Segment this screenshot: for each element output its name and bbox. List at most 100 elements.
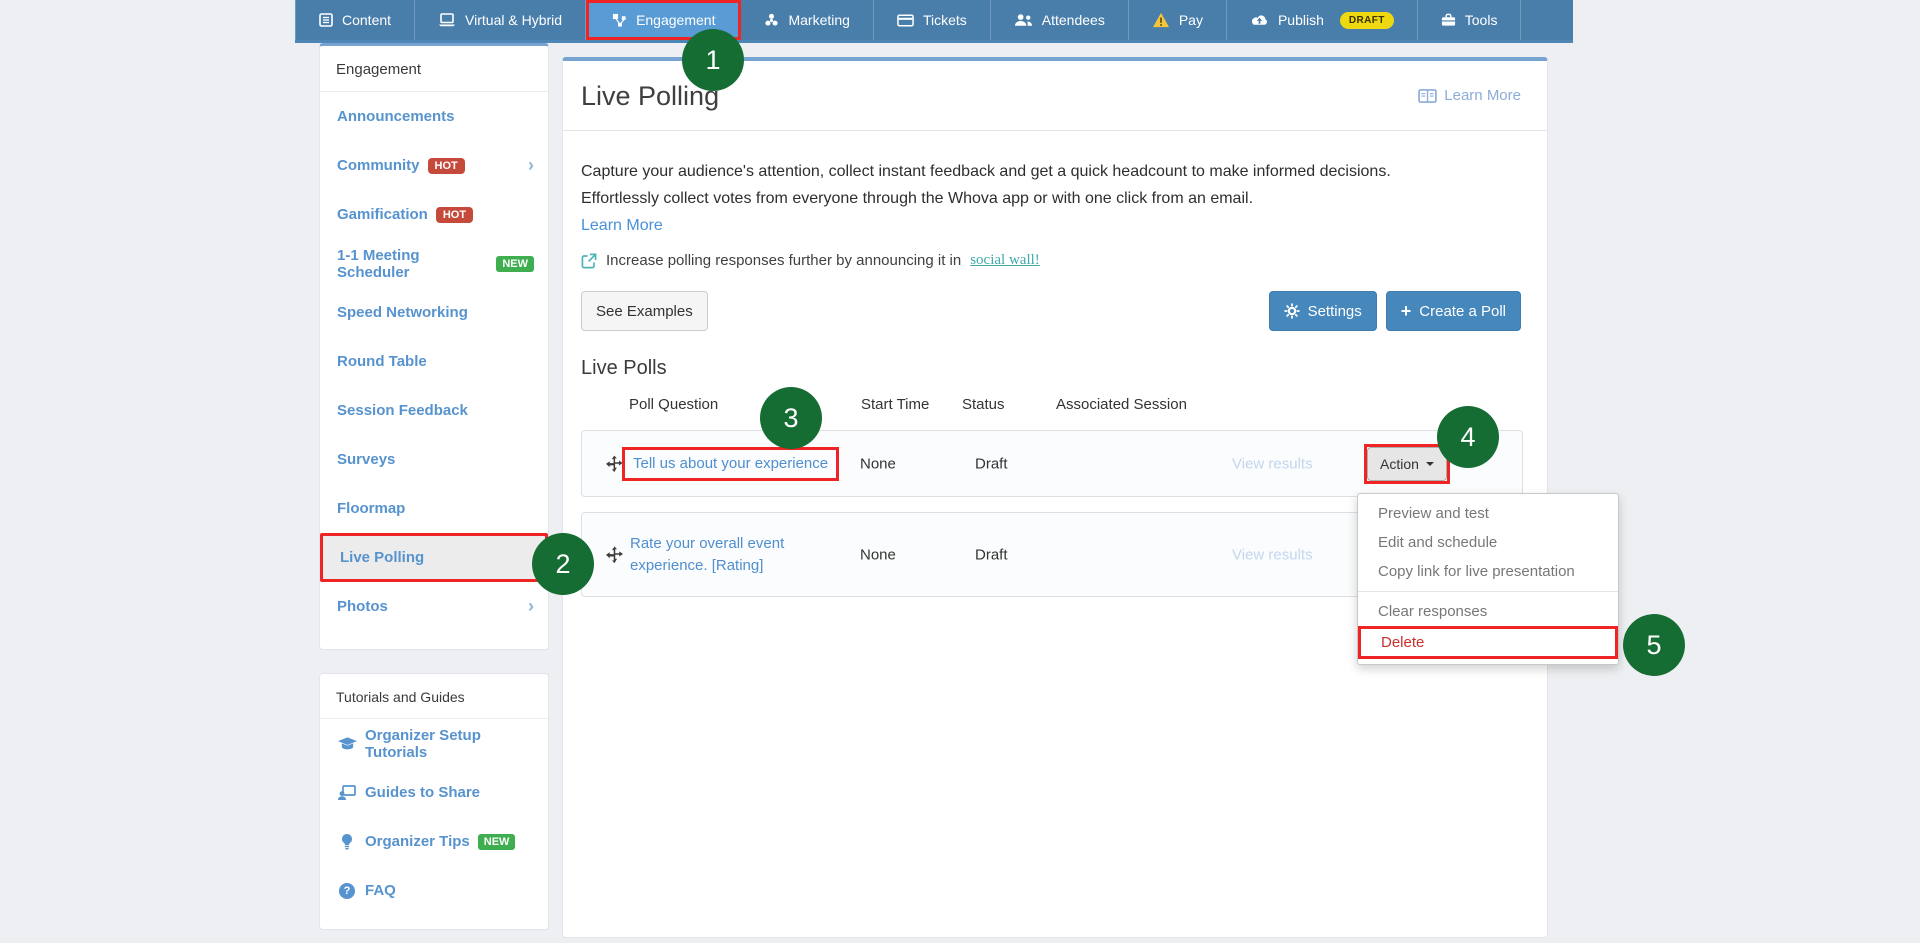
- sidebar-item-meeting-scheduler[interactable]: 1-1 Meeting Scheduler NEW: [320, 239, 548, 288]
- lightbulb-icon: [337, 834, 357, 850]
- question-circle-icon: [337, 883, 357, 899]
- step-marker-3: 3: [760, 387, 822, 449]
- sidebar-item-label: 1-1 Meeting Scheduler: [337, 247, 488, 281]
- sidebar-item-label: Surveys: [337, 451, 395, 468]
- sidebar-item-label: Live Polling: [340, 549, 424, 566]
- nav-tab-publish[interactable]: Publish DRAFT: [1227, 0, 1418, 40]
- tutorials-header: Tutorials and Guides: [320, 674, 548, 719]
- sidebar-item-label: Organizer Setup Tutorials: [365, 727, 534, 761]
- nav-tab-tools[interactable]: Tools: [1418, 0, 1522, 40]
- sidebar-item-label: Guides to Share: [365, 784, 480, 801]
- sidebar-item-live-polling[interactable]: Live Polling: [320, 533, 548, 582]
- drag-move-icon[interactable]: [606, 546, 623, 563]
- nav-tab-content[interactable]: Content: [295, 0, 415, 40]
- action-dropdown-button[interactable]: Action: [1367, 447, 1447, 481]
- sidebar-item-organizer-tips[interactable]: Organizer Tips NEW: [320, 817, 548, 866]
- poll-question-link[interactable]: Tell us about your experience: [633, 455, 828, 472]
- sidebar-item-guides-to-share[interactable]: Guides to Share: [320, 768, 548, 817]
- sidebar-item-label: Session Feedback: [337, 402, 468, 419]
- learn-more-top-link[interactable]: Learn More: [1418, 87, 1521, 104]
- step-marker-2: 2: [532, 533, 594, 595]
- description-line-2: Effortlessly collect votes from everyone…: [581, 185, 1521, 212]
- drag-move-icon[interactable]: [606, 455, 623, 472]
- action-dropdown-menu: Preview and test Edit and schedule Copy …: [1357, 493, 1619, 665]
- fan-icon: [764, 13, 779, 28]
- nav-tab-label: Content: [342, 12, 391, 28]
- poll-row-1: Tell us about your experience None Draft…: [581, 430, 1523, 497]
- sidebar-item-organizer-setup-tutorials[interactable]: Organizer Setup Tutorials: [320, 719, 548, 768]
- sidebar-item-floormap[interactable]: Floormap: [320, 484, 548, 533]
- book-icon: [1418, 89, 1437, 103]
- sidebar-item-round-table[interactable]: Round Table: [320, 337, 548, 386]
- sidebar-item-community[interactable]: Community HOT ›: [320, 141, 548, 190]
- learn-more-body-link[interactable]: Learn More: [581, 217, 663, 235]
- poll-question-link[interactable]: Rate your overall event experience. [Rat…: [630, 533, 802, 577]
- nav-tab-label: Engagement: [636, 12, 715, 28]
- step-marker-4: 4: [1437, 406, 1499, 468]
- highlight-box-action-button: Action: [1364, 444, 1450, 484]
- tutorials-sidebar: Tutorials and Guides Organizer Setup Tut…: [319, 673, 549, 930]
- sidebar-item-label: Floormap: [337, 500, 405, 517]
- nav-tab-marketing[interactable]: Marketing: [741, 0, 873, 40]
- nav-tab-label: Publish: [1278, 12, 1324, 28]
- users-icon: [1014, 13, 1033, 27]
- column-header-start-time: Start Time: [861, 396, 929, 413]
- primary-actions: Settings + Create a Poll: [1269, 291, 1521, 331]
- whova-dashboard-page: Content Virtual & Hybrid Engagement Mark…: [0, 0, 1920, 943]
- sidebar-header: Engagement: [320, 46, 548, 92]
- nav-tab-tickets[interactable]: Tickets: [874, 0, 991, 40]
- settings-button[interactable]: Settings: [1269, 291, 1377, 331]
- nav-tab-label: Pay: [1179, 12, 1203, 28]
- sidebar-item-label: Photos: [337, 598, 520, 615]
- ticket-icon: [897, 14, 914, 27]
- see-examples-button[interactable]: See Examples: [581, 291, 708, 331]
- sidebar-item-label: Community: [337, 157, 420, 174]
- laptop-icon: [438, 13, 456, 27]
- column-header-poll-question: Poll Question: [629, 396, 718, 413]
- tip-text: Increase polling responses further by an…: [606, 252, 961, 269]
- menu-item-edit-and-schedule[interactable]: Edit and schedule: [1358, 528, 1618, 557]
- nav-tab-virtual-hybrid[interactable]: Virtual & Hybrid: [415, 0, 586, 40]
- status-value: Draft: [975, 546, 1008, 563]
- create-poll-button[interactable]: + Create a Poll: [1386, 291, 1521, 331]
- sidebar-item-session-feedback[interactable]: Session Feedback: [320, 386, 548, 435]
- draft-status-badge: DRAFT: [1340, 12, 1394, 29]
- sidebar-item-label: Gamification: [337, 206, 428, 223]
- nav-tab-pay[interactable]: Pay: [1129, 0, 1227, 40]
- briefcase-icon: [1441, 13, 1456, 27]
- column-header-associated-session: Associated Session: [1056, 396, 1187, 413]
- sidebar-item-label: Speed Networking: [337, 304, 468, 321]
- view-results-link[interactable]: View results: [1232, 546, 1313, 563]
- start-time-value: None: [860, 546, 896, 563]
- menu-item-delete[interactable]: Delete: [1358, 626, 1618, 659]
- menu-item-clear-responses[interactable]: Clear responses: [1358, 597, 1618, 626]
- engagement-sidebar: Engagement Announcements Community HOT ›…: [319, 43, 549, 650]
- menu-item-copy-link[interactable]: Copy link for live presentation: [1358, 557, 1618, 586]
- polls-table-header: Poll Question Start Time Status Associat…: [581, 396, 1521, 418]
- sidebar-item-label: Announcements: [337, 108, 534, 125]
- menu-item-preview-and-test[interactable]: Preview and test: [1358, 499, 1618, 528]
- start-time-value: None: [860, 455, 896, 472]
- view-results-link[interactable]: View results: [1232, 455, 1313, 472]
- description-line-1: Capture your audience's attention, colle…: [581, 158, 1521, 185]
- new-badge: NEW: [496, 256, 534, 272]
- create-poll-label: Create a Poll: [1419, 303, 1506, 320]
- social-wall-tip: Increase polling responses further by an…: [581, 252, 1521, 269]
- social-wall-link[interactable]: social wall!: [970, 252, 1040, 269]
- new-badge: NEW: [478, 834, 516, 850]
- nav-tab-label: Tools: [1465, 12, 1498, 28]
- live-polls-heading: Live Polls: [581, 357, 1521, 380]
- status-value: Draft: [975, 455, 1008, 472]
- graduation-cap-icon: [337, 737, 357, 751]
- sidebar-item-surveys[interactable]: Surveys: [320, 435, 548, 484]
- sidebar-item-faq[interactable]: FAQ: [320, 866, 548, 915]
- sidebar-item-speed-networking[interactable]: Speed Networking: [320, 288, 548, 337]
- settings-label: Settings: [1308, 303, 1362, 320]
- nav-tab-attendees[interactable]: Attendees: [991, 0, 1129, 40]
- hot-badge: HOT: [436, 207, 473, 223]
- menu-divider: [1358, 591, 1618, 592]
- caret-down-icon: [1426, 462, 1434, 466]
- sidebar-item-gamification[interactable]: Gamification HOT: [320, 190, 548, 239]
- sidebar-item-announcements[interactable]: Announcements: [320, 92, 548, 141]
- sidebar-item-photos[interactable]: Photos ›: [320, 582, 548, 631]
